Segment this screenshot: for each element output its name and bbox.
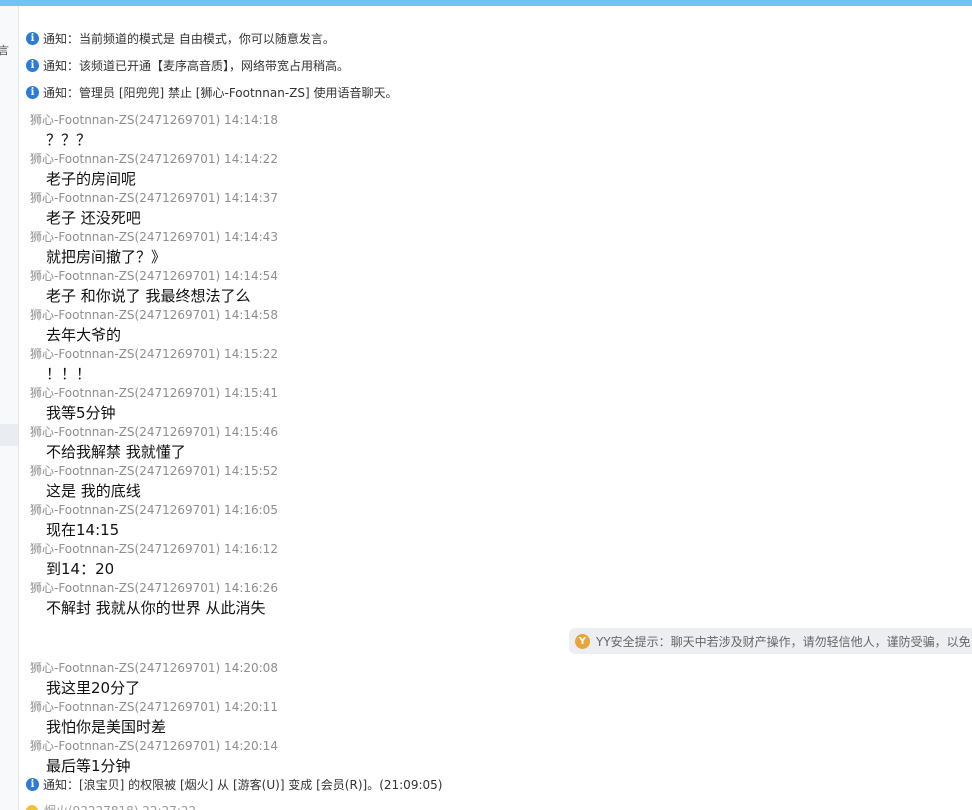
message-sender-time[interactable]: 狮心-Footnnan-ZS(2471269701) 14:14:43 (30, 230, 278, 244)
partial-next-message: 烟火(92227818) 22:27:22 (26, 802, 196, 810)
message-sender-time[interactable]: 狮心-Footnnan-ZS(2471269701) 14:20:11 (30, 700, 278, 714)
message-text: 这是 我的底线 (46, 482, 141, 500)
left-panel-fragment-text: 言 (0, 42, 9, 58)
emoji-icon (26, 804, 38, 810)
message-sender-time[interactable]: 狮心-Footnnan-ZS(2471269701) 14:16:12 (30, 542, 278, 556)
notice-text: 通知：该频道已开通【麦序高音质】，网络带宽占用稍高。 (43, 58, 350, 73)
left-panel-edge: 言 (0, 6, 19, 810)
message-text: 老子 和你说了 我最终想法了么 (46, 287, 251, 305)
notice-text: 通知：当前频道的模式是 自由模式，你可以随意发言。 (43, 31, 335, 46)
message-sender-time[interactable]: 狮心-Footnnan-ZS(2471269701) 14:14:37 (30, 191, 278, 205)
yy-shield-icon: Y (575, 633, 590, 649)
safety-tip-banner: Y YY安全提示：聊天中若涉及财产操作，请勿轻信他人，谨防受骗，以免 (569, 628, 972, 654)
message-sender-time[interactable]: 狮心-Footnnan-ZS(2471269701) 14:14:58 (30, 308, 278, 322)
message-sender-time[interactable]: 狮心-Footnnan-ZS(2471269701) 14:14:22 (30, 152, 278, 166)
message-sender-time[interactable]: 狮心-Footnnan-ZS(2471269701) 14:14:18 (30, 113, 278, 127)
notice-text: 通知：[浪宝贝] 的权限被 [烟火] 从 [游客(U)] 变成 [会员(R)]。… (43, 777, 443, 792)
info-icon: i (26, 85, 39, 99)
message-text: 现在14:15 (46, 521, 120, 539)
message-text: 我等5分钟 (46, 404, 116, 422)
system-notice: i 通知：当前频道的模式是 自由模式，你可以随意发言。 (26, 29, 335, 47)
message-text: ！！！ (46, 365, 92, 383)
chat-message-area[interactable]: i 通知：当前频道的模式是 自由模式，你可以随意发言。 i 通知：该频道已开通【… (19, 6, 972, 810)
message-sender-time[interactable]: 狮心-Footnnan-ZS(2471269701) 14:20:08 (30, 661, 278, 675)
message-text: ？？？ (46, 131, 92, 149)
info-icon: i (26, 777, 39, 791)
message-text: 就把房间撤了？》 (46, 248, 167, 266)
message-text: 我这里20分了 (46, 679, 141, 697)
system-notice: i 通知：管理员 [阳兜兜] 禁止 [狮心-Footnnan-ZS] 使用语音聊… (26, 83, 398, 101)
info-icon: i (26, 58, 39, 72)
notice-text: 通知：管理员 [阳兜兜] 禁止 [狮心-Footnnan-ZS] 使用语音聊天。 (43, 85, 398, 100)
message-sender-time[interactable]: 狮心-Footnnan-ZS(2471269701) 14:15:41 (30, 386, 278, 400)
message-text: 到14：20 (46, 560, 115, 578)
message-sender-time[interactable]: 狮心-Footnnan-ZS(2471269701) 14:20:14 (30, 739, 278, 753)
message-text: 不给我解禁 我就懂了 (46, 443, 186, 461)
message-sender-time[interactable]: 狮心-Footnnan-ZS(2471269701) 14:15:22 (30, 347, 278, 361)
message-text: 老子 还没死吧 (46, 209, 141, 227)
message-text: 去年大爷的 (46, 326, 122, 344)
message-text: 我怕你是美国时差 (46, 718, 167, 736)
system-notice: i 通知：[浪宝贝] 的权限被 [烟火] 从 [游客(U)] 变成 [会员(R)… (26, 775, 442, 793)
left-panel-selected-row[interactable] (0, 424, 18, 446)
system-notice: i 通知：该频道已开通【麦序高音质】，网络带宽占用稍高。 (26, 56, 349, 74)
message-sender-time[interactable]: 狮心-Footnnan-ZS(2471269701) 14:14:54 (30, 269, 278, 283)
message-sender-time[interactable]: 狮心-Footnnan-ZS(2471269701) 14:16:26 (30, 581, 278, 595)
info-icon: i (26, 31, 39, 45)
safety-tip-text: YY安全提示：聊天中若涉及财产操作，请勿轻信他人，谨防受骗，以免 (596, 634, 971, 649)
partial-message-meta: 烟火(92227818) 22:27:22 (44, 802, 196, 810)
message-text: 不解封 我就从你的世界 从此消失 (46, 599, 266, 617)
message-sender-time[interactable]: 狮心-Footnnan-ZS(2471269701) 14:15:52 (30, 464, 278, 478)
message-text: 老子的房间呢 (46, 170, 137, 188)
message-text: 最后等1分钟 (46, 757, 131, 775)
message-sender-time[interactable]: 狮心-Footnnan-ZS(2471269701) 14:15:46 (30, 425, 278, 439)
message-sender-time[interactable]: 狮心-Footnnan-ZS(2471269701) 14:16:05 (30, 503, 278, 517)
